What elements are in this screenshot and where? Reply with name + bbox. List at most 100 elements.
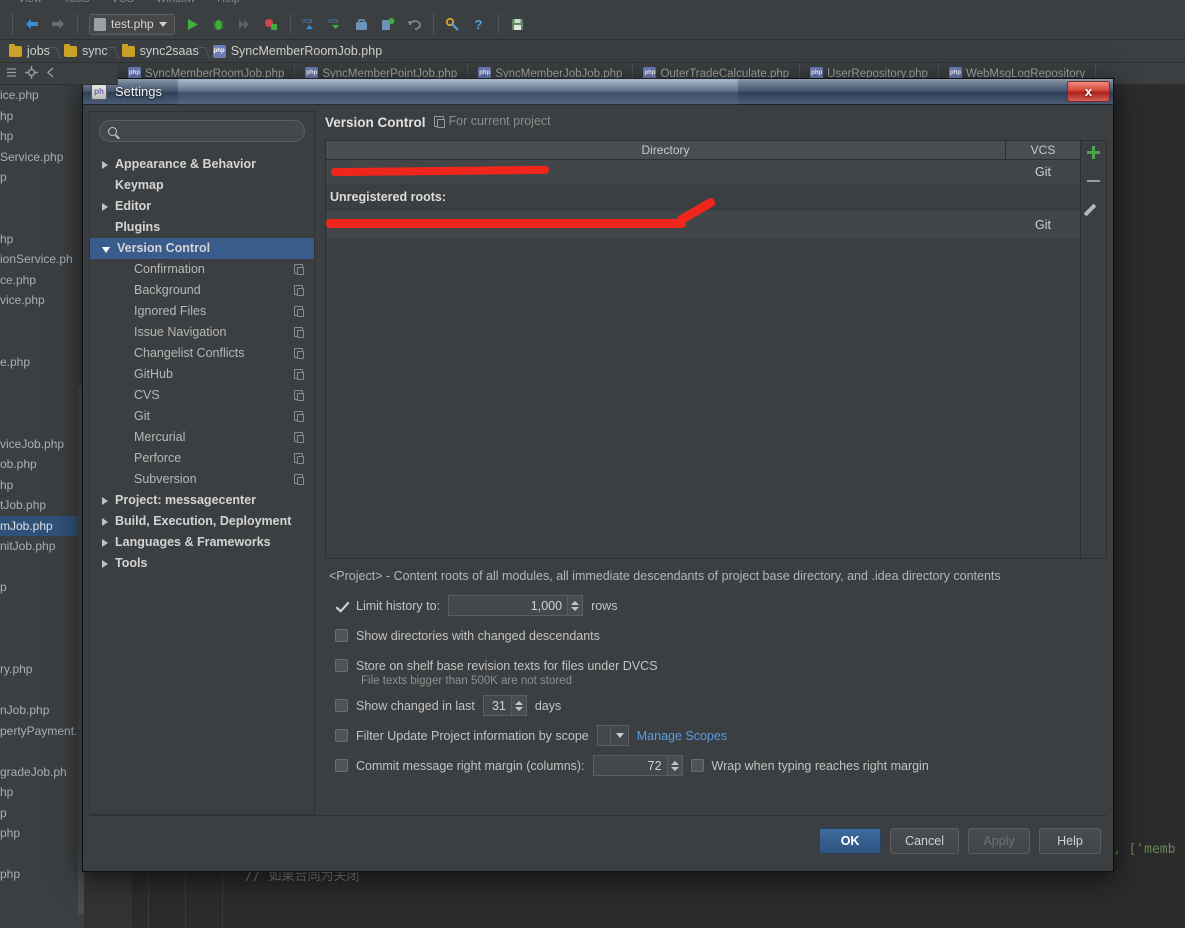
manage-scopes-link[interactable]: Manage Scopes: [637, 729, 727, 743]
copy-settings-icon[interactable]: [294, 411, 304, 422]
menu-item-window[interactable]: Window: [156, 0, 195, 5]
project-tree-item[interactable]: tJob.php: [0, 495, 84, 516]
chevron-right-icon[interactable]: [102, 496, 108, 505]
settings-tree-item-project-messagecenter[interactable]: Project: messagecenter: [90, 490, 314, 511]
project-tree-item[interactable]: [0, 598, 84, 619]
project-tree-item[interactable]: ice.php: [0, 85, 84, 106]
project-tree-item[interactable]: [0, 311, 84, 332]
vcs-update-icon[interactable]: VCS: [299, 13, 321, 35]
settings-tree-item-keymap[interactable]: Keymap: [90, 175, 314, 196]
collapse-all-icon[interactable]: [5, 66, 18, 82]
project-tree-item[interactable]: [0, 741, 84, 762]
project-tree-item[interactable]: p: [0, 577, 84, 598]
debug-icon[interactable]: [208, 13, 230, 35]
project-tree-item[interactable]: hp: [0, 782, 84, 803]
copy-settings-icon[interactable]: [294, 264, 304, 275]
back-arrow-icon[interactable]: [21, 13, 43, 35]
show-changed-checkbox[interactable]: [335, 699, 348, 712]
cancel-button[interactable]: Cancel: [890, 827, 959, 854]
copy-settings-icon[interactable]: [294, 474, 304, 485]
option-limit-history[interactable]: Limit history to: rows: [325, 591, 1107, 621]
chevron-right-icon[interactable]: [102, 559, 108, 568]
store-on-shelf-checkbox[interactable]: [335, 659, 348, 672]
limit-history-stepper[interactable]: [448, 595, 584, 616]
project-tree-item[interactable]: php: [0, 823, 84, 844]
copy-settings-icon[interactable]: [294, 306, 304, 317]
project-tree-item[interactable]: [0, 844, 84, 865]
settings-tree-item-editor[interactable]: Editor: [90, 196, 314, 217]
project-tree-item[interactable]: gradeJob.ph: [0, 762, 84, 783]
breadcrumb-item-jobs[interactable]: jobs: [6, 43, 59, 58]
project-tree-panel[interactable]: ice.php hp hp Service.php p hp ionService.ph ce…: [0, 85, 85, 928]
show-changed-stepper[interactable]: [482, 695, 527, 716]
settings-tree-item-appearance-behavior[interactable]: Appearance & Behavior: [90, 154, 314, 175]
commit-margin-input[interactable]: [593, 756, 667, 775]
project-tree-item[interactable]: [0, 618, 84, 639]
column-header-directory[interactable]: Directory: [326, 140, 1006, 159]
project-tree-item[interactable]: [0, 557, 84, 578]
settings-tree-item-perforce[interactable]: Perforce: [90, 448, 314, 469]
settings-tree-item-background[interactable]: Background: [90, 280, 314, 301]
project-tree-item[interactable]: p: [0, 803, 84, 824]
chevron-right-icon[interactable]: [102, 517, 108, 526]
commit-margin-checkbox[interactable]: [335, 759, 348, 772]
menu-item-vcs[interactable]: VCS: [111, 0, 134, 5]
settings-tree-item-mercurial[interactable]: Mercurial: [90, 427, 314, 448]
filter-scope-checkbox[interactable]: [335, 729, 348, 742]
add-button[interactable]: [1085, 144, 1103, 162]
save-all-icon[interactable]: [507, 13, 529, 35]
chevron-right-icon[interactable]: [102, 160, 108, 169]
settings-tree-item-plugins[interactable]: Plugins: [90, 217, 314, 238]
compare-icon[interactable]: [377, 13, 399, 35]
settings-icon[interactable]: [442, 13, 464, 35]
wrap-typing-checkbox[interactable]: [690, 759, 704, 772]
project-tree-item[interactable]: [0, 331, 84, 352]
settings-tree-item-build-execution-deployment[interactable]: Build, Execution, Deployment: [90, 511, 314, 532]
settings-tree-item-issue-navigation[interactable]: Issue Navigation: [90, 322, 314, 343]
table-row[interactable]: Git: [326, 159, 1080, 184]
run-configuration-selector[interactable]: test.php: [89, 13, 175, 35]
vcs-mappings-table[interactable]: Directory VCS Git Unregistered roots: Gi…: [325, 139, 1081, 559]
project-tree-item[interactable]: ry.php: [0, 659, 84, 680]
project-tree-item[interactable]: pertyPayment.: [0, 721, 84, 742]
project-tree-item[interactable]: ob.php: [0, 454, 84, 475]
project-tree-item[interactable]: e.php: [0, 352, 84, 373]
menu-item-view[interactable]: View: [18, 0, 42, 5]
menu-item-tools[interactable]: Tools: [64, 0, 90, 5]
copy-settings-icon[interactable]: [294, 369, 304, 380]
edit-button[interactable]: [1085, 200, 1103, 218]
settings-tree-item-git[interactable]: Git: [90, 406, 314, 427]
chevron-down-icon[interactable]: [102, 246, 110, 253]
copy-settings-icon[interactable]: [294, 453, 304, 464]
breadcrumb-item-sync[interactable]: sync: [61, 43, 117, 58]
help-icon[interactable]: ?: [468, 13, 490, 35]
project-tree-item[interactable]: hp: [0, 229, 84, 250]
project-tree-item[interactable]: [0, 208, 84, 229]
settings-tree-item-confirmation[interactable]: Confirmation: [90, 259, 314, 280]
copy-settings-icon[interactable]: [294, 348, 304, 359]
copy-settings-icon[interactable]: [294, 327, 304, 338]
project-tree-item[interactable]: mJob.php: [0, 515, 84, 536]
stepper-arrows[interactable]: [567, 596, 583, 615]
project-tree-item[interactable]: [0, 372, 84, 393]
project-settings-icon[interactable]: [25, 65, 38, 82]
search-input[interactable]: [123, 123, 296, 139]
option-show-changed[interactable]: Show changed in last days: [325, 691, 1107, 721]
undo-icon[interactable]: [403, 13, 425, 35]
project-tree-item[interactable]: ce.php: [0, 270, 84, 291]
project-tree-item[interactable]: vice.php: [0, 290, 84, 311]
hide-panel-icon[interactable]: [45, 66, 58, 82]
settings-tree-item-ignored-files[interactable]: Ignored Files: [90, 301, 314, 322]
project-tree-item[interactable]: viceJob.php: [0, 434, 84, 455]
project-tree-item[interactable]: hp: [0, 106, 84, 127]
vcs-commit-icon[interactable]: VCS: [325, 13, 347, 35]
ok-button[interactable]: OK: [819, 827, 882, 854]
settings-tree-item-changelist-conflicts[interactable]: Changelist Conflicts: [90, 343, 314, 364]
option-filter-scope[interactable]: Filter Update Project information by sco…: [325, 721, 1107, 751]
project-tree-item[interactable]: [0, 393, 84, 414]
breadcrumb-item-sync2saas[interactable]: sync2saas: [119, 43, 208, 58]
project-tree-item[interactable]: hp: [0, 126, 84, 147]
copy-settings-icon[interactable]: [294, 285, 304, 296]
settings-search[interactable]: [99, 120, 305, 142]
breadcrumb-item-file[interactable]: php SyncMemberRoomJob.php: [210, 44, 391, 58]
